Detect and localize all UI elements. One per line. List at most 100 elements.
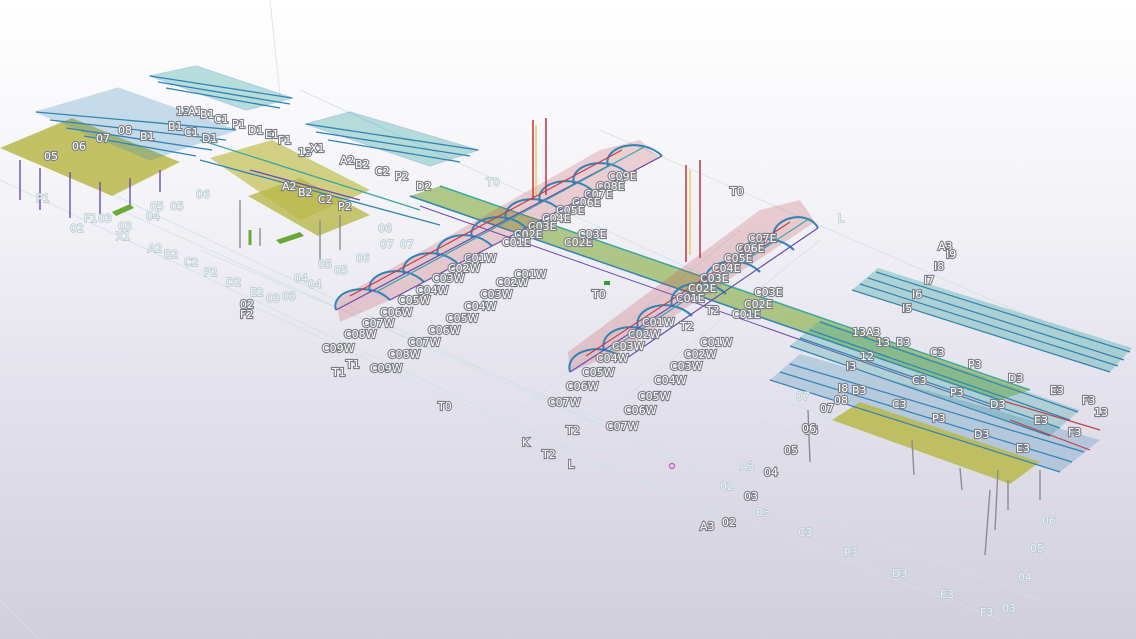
svg-text:C3: C3 — [798, 526, 813, 539]
svg-text:T1: T1 — [331, 366, 346, 379]
svg-text:05: 05 — [44, 150, 58, 163]
svg-text:C01W: C01W — [514, 268, 547, 281]
svg-text:D1: D1 — [248, 124, 263, 137]
svg-text:P3: P3 — [950, 386, 964, 399]
svg-text:04: 04 — [1018, 571, 1032, 584]
svg-text:B2: B2 — [164, 248, 179, 261]
svg-text:C06W: C06W — [428, 324, 461, 337]
svg-text:T1: T1 — [345, 358, 360, 371]
svg-text:C01W: C01W — [700, 336, 733, 349]
svg-text:A2: A2 — [340, 154, 355, 167]
svg-text:X1: X1 — [310, 142, 325, 155]
svg-text:L: L — [568, 458, 575, 471]
svg-text:A3: A3 — [740, 460, 755, 473]
svg-text:B1: B1 — [200, 108, 215, 121]
svg-text:D3: D3 — [990, 398, 1005, 411]
svg-text:I8: I8 — [934, 260, 944, 273]
svg-text:05: 05 — [1030, 542, 1044, 555]
svg-text:03: 03 — [98, 212, 112, 225]
svg-text:P3: P3 — [844, 546, 858, 559]
svg-text:C01E: C01E — [676, 292, 705, 305]
svg-text:05: 05 — [334, 264, 348, 277]
svg-text:F1: F1 — [278, 134, 291, 147]
model-3d-viewport[interactable]: 13A1 B1 C1 P1 D1 E1 F1 13X1 A2 B2 C2 P2 D2 A2… — [0, 0, 1136, 639]
svg-text:02: 02 — [70, 222, 84, 235]
svg-text:C04W: C04W — [596, 352, 629, 365]
svg-text:F2: F2 — [240, 308, 253, 321]
svg-text:C09W: C09W — [370, 362, 403, 375]
svg-text:06: 06 — [356, 252, 370, 265]
svg-text:T2: T2 — [679, 320, 694, 333]
svg-text:07: 07 — [96, 132, 110, 145]
svg-text:C2: C2 — [318, 193, 333, 206]
svg-text:I3: I3 — [846, 360, 856, 373]
svg-text:C03E: C03E — [754, 286, 783, 299]
svg-text:P2: P2 — [395, 170, 409, 183]
svg-text:C05W: C05W — [582, 366, 615, 379]
svg-text:I7: I7 — [924, 274, 934, 287]
svg-text:C05W: C05W — [638, 390, 671, 403]
svg-text:C03W: C03W — [670, 360, 703, 373]
svg-text:C07W: C07W — [548, 396, 581, 409]
svg-text:B1: B1 — [168, 120, 183, 133]
svg-text:C03E: C03E — [578, 228, 607, 241]
svg-text:P2: P2 — [204, 266, 218, 279]
svg-text:04: 04 — [294, 272, 308, 285]
svg-text:C04W: C04W — [654, 374, 687, 387]
east-building[interactable]: A313 1312 I3B3 C3P3 D3E3 F3 C3P3 D3E3 C3… — [769, 268, 1132, 556]
west-building[interactable]: 13A1 B1 C1 P1 D1 E1 F1 13X1 A2 B2 C2 P2 D2 A2… — [0, 65, 481, 262]
svg-text:D1: D1 — [202, 132, 217, 145]
svg-text:T0: T0 — [485, 176, 500, 189]
svg-text:07: 07 — [400, 238, 414, 251]
svg-text:03: 03 — [282, 290, 296, 303]
svg-text:E3: E3 — [1050, 384, 1064, 397]
svg-text:C2: C2 — [184, 256, 199, 269]
svg-text:T0: T0 — [729, 185, 744, 198]
svg-text:C1: C1 — [214, 113, 229, 126]
svg-text:C3: C3 — [930, 346, 945, 359]
svg-text:08: 08 — [834, 394, 848, 407]
svg-text:E3: E3 — [1016, 442, 1030, 455]
svg-text:C2: C2 — [375, 165, 390, 178]
svg-text:06: 06 — [1042, 514, 1056, 527]
svg-text:E3: E3 — [1034, 414, 1048, 427]
svg-text:B2: B2 — [355, 158, 370, 171]
svg-text:F1: F1 — [84, 212, 97, 225]
svg-text:06: 06 — [196, 188, 210, 201]
svg-text:D3: D3 — [892, 567, 907, 580]
svg-text:C04W: C04W — [464, 300, 497, 313]
svg-text:C07W: C07W — [606, 420, 639, 433]
svg-text:07: 07 — [796, 390, 810, 403]
svg-text:C05W: C05W — [446, 312, 479, 325]
svg-text:F3: F3 — [1068, 426, 1081, 439]
svg-text:T0: T0 — [437, 400, 452, 413]
svg-text:C06W: C06W — [624, 404, 657, 417]
svg-text:C09W: C09W — [322, 342, 355, 355]
svg-text:04: 04 — [764, 466, 778, 479]
svg-text:C01E: C01E — [502, 236, 531, 249]
svg-text:P1: P1 — [232, 118, 246, 131]
svg-text:B2: B2 — [298, 186, 313, 199]
svg-text:03: 03 — [744, 490, 758, 503]
svg-text:I9: I9 — [946, 248, 956, 261]
svg-text:C3: C3 — [892, 398, 907, 411]
svg-text:12: 12 — [860, 350, 874, 363]
svg-text:D2: D2 — [226, 276, 241, 289]
svg-text:06: 06 — [378, 222, 392, 235]
svg-text:E1: E1 — [265, 128, 279, 141]
svg-text:C08W: C08W — [344, 328, 377, 341]
svg-text:08: 08 — [118, 124, 132, 137]
svg-text:13: 13 — [1094, 406, 1108, 419]
svg-text:C01E: C01E — [732, 308, 761, 321]
svg-text:I6: I6 — [912, 288, 922, 301]
svg-text:P2: P2 — [338, 200, 352, 213]
svg-text:C07W: C07W — [408, 336, 441, 349]
svg-text:06: 06 — [802, 422, 816, 435]
svg-text:13: 13 — [876, 336, 890, 349]
svg-text:07: 07 — [820, 402, 834, 415]
svg-text:C02W: C02W — [684, 348, 717, 361]
svg-text:C1: C1 — [184, 126, 199, 139]
svg-text:P1: P1 — [36, 192, 50, 205]
svg-text:02: 02 — [722, 516, 736, 529]
svg-text:05: 05 — [784, 444, 798, 457]
